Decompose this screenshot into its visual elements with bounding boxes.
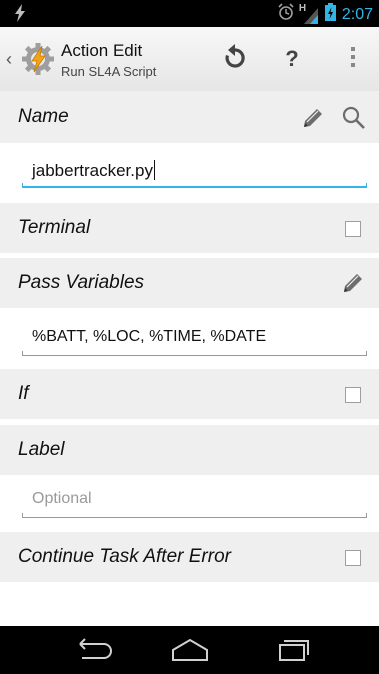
reset-button[interactable] xyxy=(219,43,251,75)
clock-time: 2:07 xyxy=(341,5,373,23)
tasker-bolt-icon xyxy=(14,4,26,27)
tasker-logo-icon[interactable] xyxy=(20,41,56,77)
name-field[interactable]: jabbertracker.py xyxy=(22,154,367,188)
pass-variables-field[interactable]: %BATT, %LOC, %TIME, %DATE xyxy=(22,322,367,356)
continue-after-error-label: Continue Task After Error xyxy=(18,546,231,567)
alarm-icon xyxy=(277,3,295,26)
terminal-label: Terminal xyxy=(18,217,91,238)
back-button[interactable] xyxy=(68,636,118,664)
help-icon: ? xyxy=(285,46,299,71)
overflow-icon xyxy=(350,46,356,73)
help-button[interactable]: ? xyxy=(276,43,308,75)
recents-button[interactable] xyxy=(268,636,318,664)
overflow-menu-button[interactable] xyxy=(337,43,369,75)
if-label: If xyxy=(18,383,29,404)
home-icon xyxy=(165,638,215,668)
label-placeholder: Optional xyxy=(32,490,92,507)
name-value: jabbertracker.py xyxy=(32,161,153,180)
status-icons: H 2:07 xyxy=(277,3,373,26)
screen-title: Action Edit xyxy=(61,41,143,60)
search-icon[interactable] xyxy=(341,105,367,136)
continue-after-error-checkbox[interactable] xyxy=(345,550,361,566)
pass-variables-label: Pass Variables xyxy=(18,272,145,293)
if-row[interactable]: If xyxy=(0,369,379,419)
signal-icon: H xyxy=(298,2,319,24)
reset-icon xyxy=(223,43,247,75)
pass-variables-value: %BATT, %LOC, %TIME, %DATE xyxy=(32,328,267,345)
text-cursor xyxy=(153,160,155,180)
action-bar: ‹ Action Edit Run SL4A Script ? xyxy=(0,27,379,92)
if-checkbox[interactable] xyxy=(345,387,361,403)
pencil-icon[interactable] xyxy=(300,105,326,136)
recents-icon xyxy=(268,640,318,668)
status-bar: H 2:07 xyxy=(0,0,379,27)
pencil-icon[interactable] xyxy=(340,270,366,301)
back-icon xyxy=(68,638,118,668)
home-button[interactable] xyxy=(165,636,215,664)
battery-icon xyxy=(324,3,336,26)
name-section-header: Name xyxy=(0,91,379,143)
name-label: Name xyxy=(18,106,69,127)
navigation-bar xyxy=(0,626,379,674)
label-section-header: Label xyxy=(0,425,379,475)
terminal-row[interactable]: Terminal xyxy=(0,203,379,253)
label-field[interactable]: Optional xyxy=(22,484,367,518)
pass-variables-section-header: Pass Variables xyxy=(0,258,379,308)
terminal-checkbox[interactable] xyxy=(345,221,361,237)
up-chevron-icon[interactable]: ‹ xyxy=(6,49,12,70)
continue-after-error-row[interactable]: Continue Task After Error xyxy=(0,532,379,582)
label-label: Label xyxy=(18,439,65,460)
signal-type-label: H xyxy=(298,2,307,14)
screen-subtitle: Run SL4A Script xyxy=(61,64,157,79)
